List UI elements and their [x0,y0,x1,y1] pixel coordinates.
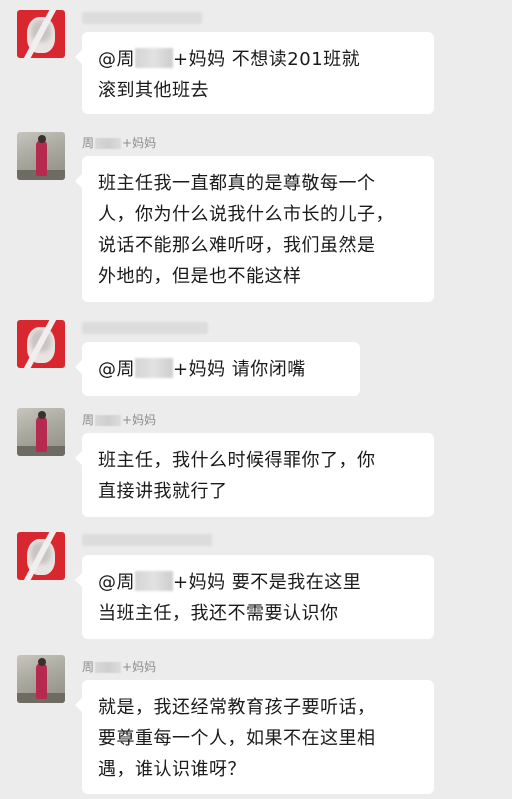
redaction-mosaic [135,48,173,68]
redaction-mosaic [95,138,122,149]
message-text: 外地的，但是也不能这样 [98,266,302,287]
sender-name: 周 +妈妈 [82,660,157,674]
avatar[interactable] [17,655,65,703]
message-text: 要尊重每一个人，如果不在这里相 [98,728,376,749]
message-bubble[interactable]: @周 +妈妈 要不是我在这里 当班主任，我还不需要认识你 [75,555,434,639]
avatar[interactable] [17,408,65,456]
sender-name: 周 +妈妈 [82,136,157,150]
message-text: 班主任，我什么时候得罪你了，你 [98,450,376,471]
sender-name: 周 +妈妈 [82,413,157,427]
avatar[interactable] [17,10,65,58]
avatar[interactable] [17,320,65,368]
message-text: +妈妈 请你闭嘴 [173,359,306,380]
redaction-mosaic [135,571,173,591]
message-text: 遇，谁认识谁呀？ [98,759,246,780]
message-text: +妈妈 不想读201班就 [173,49,361,70]
message-text: 直接讲我就行了 [98,481,228,502]
message-bubble[interactable]: @周 +妈妈 请你闭嘴 [75,342,360,396]
message-text: 当班主任，我还不需要认识你 [98,603,339,624]
message-bubble[interactable]: 班主任我一直都真的是尊敬每一个 人，你为什么说我什么市长的儿子， 说话不能那么难… [75,156,434,302]
redaction-mosaic [95,415,122,426]
message-bubble[interactable]: 班主任，我什么时候得罪你了，你 直接讲我就行了 [75,433,434,517]
message-text: +妈妈 要不是我在这里 [173,572,362,593]
message-text: @周 [98,49,135,70]
sender-name-redacted [82,534,212,546]
avatar[interactable] [17,532,65,580]
message-text: 就是，我还经常教育孩子要听话， [98,697,376,718]
sender-name-redacted [82,322,208,334]
message-text: 人，你为什么说我什么市长的儿子， [98,204,394,225]
redaction-mosaic [135,358,173,378]
message-bubble[interactable]: 就是，我还经常教育孩子要听话， 要尊重每一个人，如果不在这里相 遇，谁认识谁呀？ [75,680,434,794]
message-bubble[interactable]: @周 +妈妈 不想读201班就 滚到其他班去 [75,32,434,114]
message-text: 滚到其他班去 [98,80,209,101]
message-text: 班主任我一直都真的是尊敬每一个 [98,173,376,194]
avatar[interactable] [17,132,65,180]
message-text: @周 [98,572,135,593]
sender-name-redacted [82,12,202,24]
message-text: 说话不能那么难听呀，我们虽然是 [98,235,376,256]
redaction-mosaic [95,662,122,673]
message-text: @周 [98,359,135,380]
